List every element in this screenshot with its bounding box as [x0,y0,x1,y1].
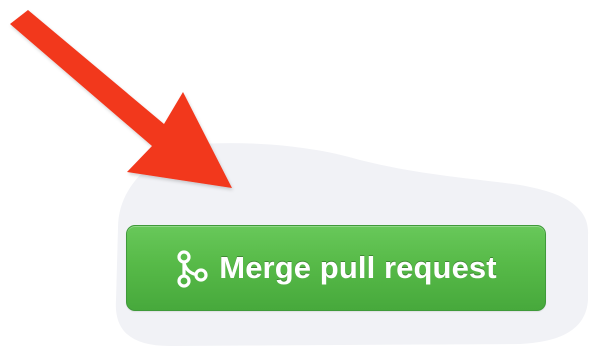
git-merge-icon [175,249,209,289]
merge-button-label: Merge pull request [219,250,497,285]
merge-pull-request-button[interactable]: Merge pull request [126,225,546,311]
screenshot-stage: Merge pull request [0,0,596,346]
